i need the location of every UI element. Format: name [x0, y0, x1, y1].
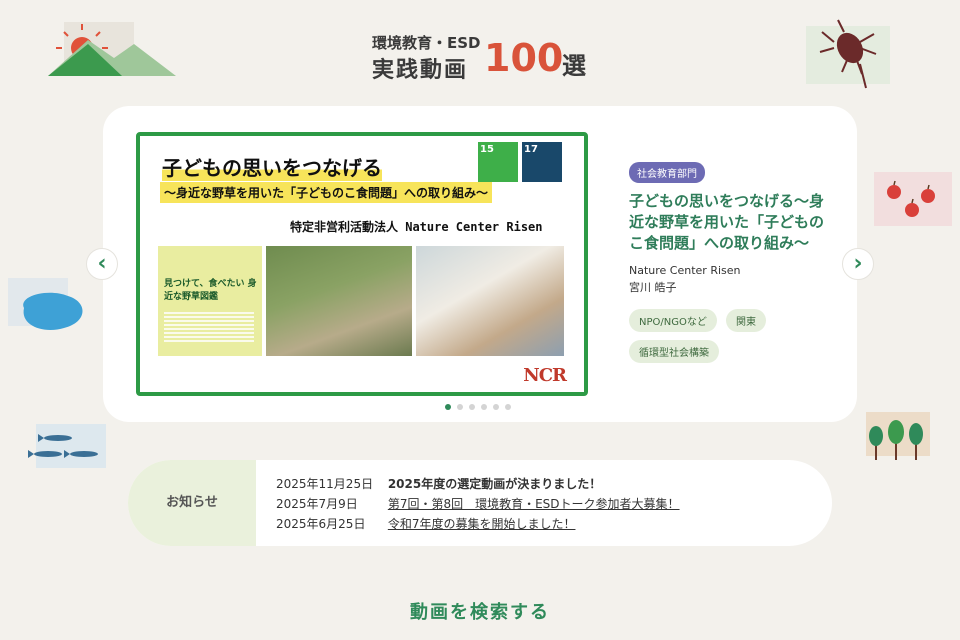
booklet-text-lines — [164, 312, 254, 342]
news-section: お知らせ 2025年11月25日 2025年度の選定動画が決まりました！ 202… — [128, 460, 832, 546]
ncr-logo: NCR — [523, 365, 567, 386]
children-eating-photo — [416, 246, 564, 356]
news-date: 2025年6月25日 — [276, 517, 366, 531]
featured-slide-thumbnail[interactable]: 子どもの思いをつなげる 〜身近な野草を用いた「子どものこ食問題」への取り組み〜 … — [136, 132, 588, 396]
pagination-dot-1[interactable] — [445, 404, 451, 410]
search-heading: 動画を検索する — [410, 602, 550, 623]
tag-npo[interactable]: NPO/NGOなど — [629, 309, 717, 332]
carousel-pagination — [445, 404, 511, 410]
trees-illustration — [862, 412, 932, 464]
chevron-right-icon: › — [853, 251, 863, 276]
beetle-illustration — [804, 18, 896, 92]
fish-illustration — [28, 424, 106, 468]
pond-illustration — [8, 278, 90, 336]
news-item[interactable]: 2025年11月25日 2025年度の選定動画が決まりました！ — [276, 474, 680, 494]
news-item[interactable]: 2025年6月25日 令和7年度の募集を開始しました！ — [276, 514, 680, 534]
mountain-sunrise-illustration — [48, 18, 178, 80]
logo-line2: 実践動画 — [372, 58, 469, 83]
booklet-title: 見つけて、食べたい 身近な野草図鑑 — [164, 279, 257, 302]
category-badge: 社会教育部門 — [629, 162, 705, 183]
thumbnail-subtitle: 〜身近な野草を用いた「子どものこ食問題」への取り組み〜 — [160, 182, 493, 203]
tag-list: NPO/NGOなど 関東 循環型社会構築 — [629, 309, 829, 371]
carousel-next-button[interactable]: › — [842, 248, 874, 280]
tag-kanto[interactable]: 関東 — [725, 309, 766, 332]
slide-info: 社会教育部門 子どもの思いをつなげる〜身近な野草を用いた「子どものこ食問題」への… — [629, 162, 829, 371]
logo-number: 100 — [484, 36, 564, 80]
site-logo[interactable]: 環境教育・ESD 実践動画 100 選 — [372, 30, 612, 83]
sdg-15-badge: 15 — [478, 142, 518, 182]
news-item[interactable]: 2025年7月9日 第7回・第8回 環境教育・ESDトーク参加者大募集！ — [276, 494, 680, 514]
news-date: 2025年11月25日 — [276, 477, 374, 491]
field-activity-photo — [266, 246, 412, 356]
apples-illustration — [874, 172, 952, 226]
chevron-left-icon: ‹ — [97, 251, 107, 276]
sdg-number: 17 — [524, 144, 538, 155]
pagination-dot-4[interactable] — [481, 404, 487, 410]
carousel-prev-button[interactable]: ‹ — [86, 248, 118, 280]
sdg-17-badge: 17 — [522, 142, 562, 182]
news-link[interactable]: 第7回・第8回 環境教育・ESDトーク参加者大募集！ — [388, 497, 680, 511]
news-date: 2025年7月9日 — [276, 497, 358, 511]
logo-suffix: 選 — [562, 52, 586, 80]
slide-organization: Nature Center Risen — [629, 264, 741, 277]
pagination-dot-5[interactable] — [493, 404, 499, 410]
tag-circular-society[interactable]: 循環型社会構築 — [629, 340, 719, 363]
logo-line1: 環境教育・ESD — [372, 34, 481, 52]
slide-title-link[interactable]: 子どもの思いをつなげる〜身近な野草を用いた「子どものこ食問題」への取り組み〜 — [629, 191, 829, 254]
thumbnail-org: 特定非営利活動法人 Nature Center Risen — [290, 220, 543, 234]
booklet-photo: 見つけて、食べたい 身近な野草図鑑 — [158, 246, 262, 356]
sdg-number: 15 — [480, 144, 494, 155]
pagination-dot-2[interactable] — [457, 404, 463, 410]
news-list: 2025年11月25日 2025年度の選定動画が決まりました！ 2025年7月9… — [276, 474, 680, 534]
pagination-dot-3[interactable] — [469, 404, 475, 410]
slide-person: 宮川 皓子 — [629, 281, 677, 294]
news-text: 2025年度の選定動画が決まりました！ — [387, 477, 602, 491]
news-link[interactable]: 令和7年度の募集を開始しました！ — [388, 517, 576, 531]
pagination-dot-6[interactable] — [505, 404, 511, 410]
thumbnail-title: 子どもの思いをつなげる — [162, 152, 382, 181]
news-label: お知らせ — [128, 460, 256, 546]
